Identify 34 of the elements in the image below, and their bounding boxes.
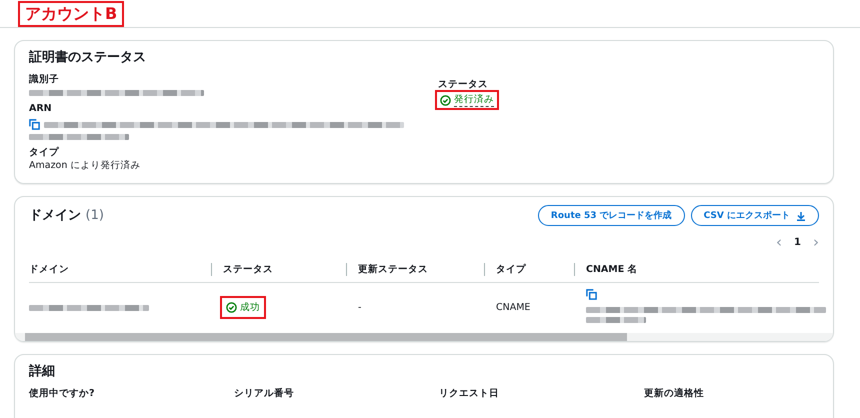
page-number[interactable]: 1	[794, 236, 801, 248]
horizontal-scrollbar[interactable]	[15, 333, 833, 341]
copy-icon[interactable]	[586, 289, 597, 300]
field-label: リクエスト日	[439, 388, 500, 400]
previous-page-button[interactable]: ‹	[776, 233, 782, 251]
section-heading: 詳細	[29, 363, 56, 381]
table-cell: CNAME	[484, 282, 574, 331]
column-header: 更新ステータス	[358, 264, 428, 275]
field-label: 使用中ですか?	[29, 388, 96, 400]
check-circle-icon	[226, 302, 237, 312]
status-indicator: 成功	[223, 298, 263, 316]
export-button[interactable]: CSV にエクスポート	[690, 205, 819, 226]
redacted-value	[586, 317, 646, 323]
status-indicator: 発行済み	[438, 93, 496, 107]
field-value: Amazon により発行済み	[29, 159, 142, 173]
field-label: 更新の適格性	[644, 388, 705, 400]
column-header: CNAME 名	[586, 264, 638, 275]
column-header: ステータス	[223, 264, 273, 275]
field-label: ステータス	[438, 79, 489, 91]
page-title: アカウントB	[20, 3, 122, 25]
section-heading: 証明書のステータス	[29, 49, 147, 67]
column-header: タイプ	[496, 264, 526, 275]
download-icon	[796, 210, 806, 220]
field-label: 識別子	[29, 74, 60, 86]
field-label: シリアル番号	[234, 388, 295, 400]
column-header: ドメイン	[29, 264, 69, 275]
create-record-button[interactable]: Route 53 でレコードを作成	[538, 205, 685, 226]
field-label: タイプ	[29, 147, 60, 159]
table-cell: -	[346, 282, 484, 331]
next-page-button[interactable]: ›	[813, 233, 819, 251]
check-circle-icon	[440, 94, 451, 106]
copy-icon[interactable]	[29, 118, 40, 130]
field-label: ARN	[29, 103, 53, 115]
section-heading: ドメイン (1)	[29, 206, 104, 224]
